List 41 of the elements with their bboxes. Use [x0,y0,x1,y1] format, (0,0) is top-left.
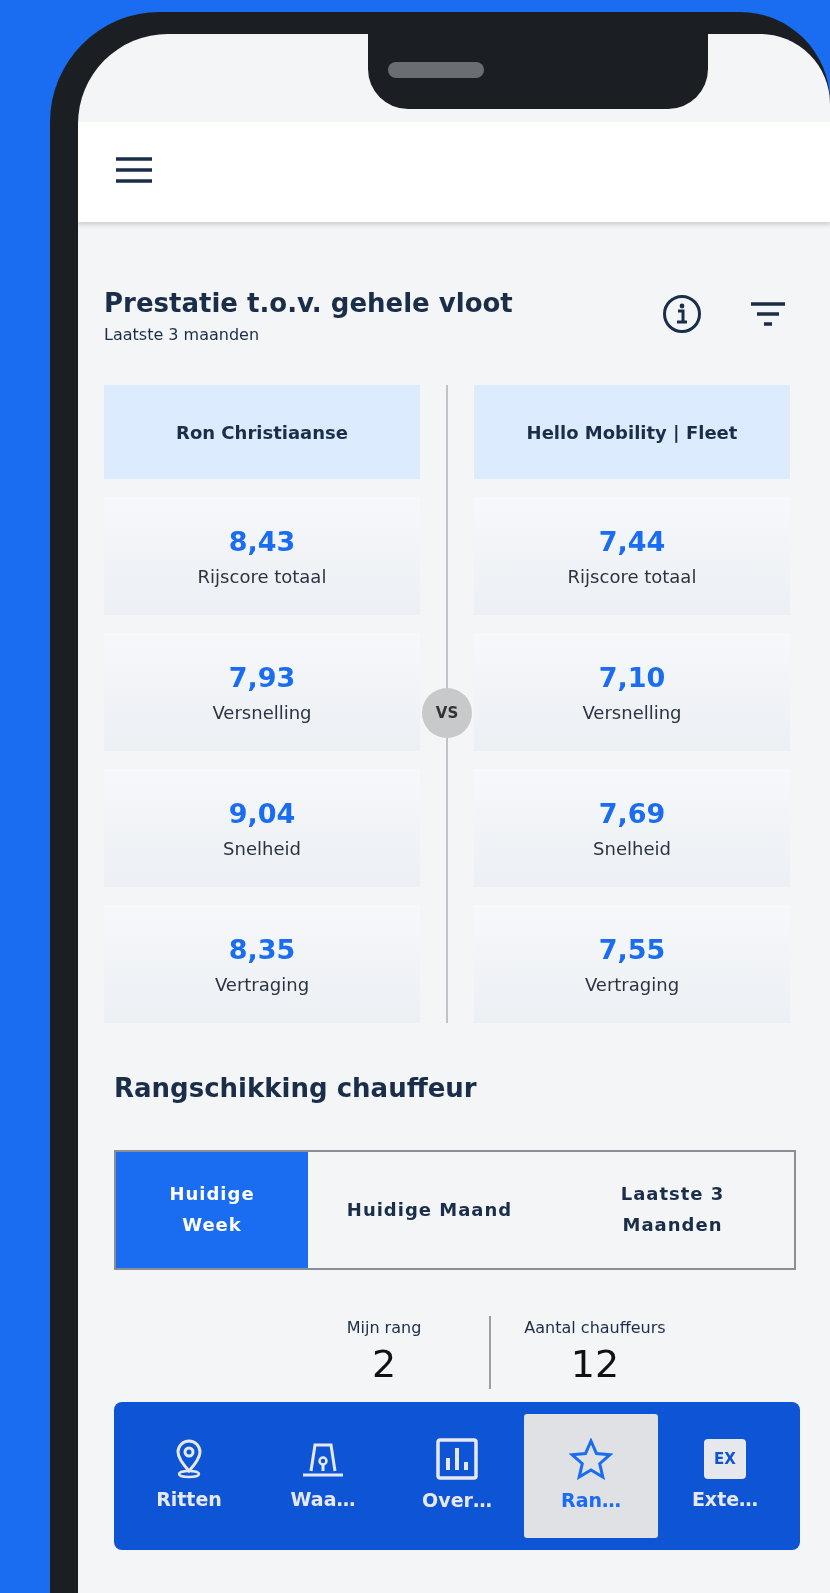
star-icon [569,1437,613,1480]
metric-value: 7,10 [598,661,666,696]
section-title: Prestatie t.o.v. gehele vloot [104,287,513,320]
section-title: Rangschikking chauffeur [113,1072,478,1105]
nav-tab[interactable]: Ritten [122,1414,256,1538]
bar-chart-icon [436,1437,478,1480]
section-subtitle: Laatste 3 maanden [104,324,261,346]
column-header: Hello Mobility | Fleet [474,385,790,479]
metric-value: 7,69 [598,797,666,832]
metric-value: 8,35 [228,933,296,968]
stat-value: 2 [370,1341,398,1388]
metric-label: Versnelling [212,700,312,725]
stat-label: Aantal chauffeurs [523,1317,667,1339]
column-header: Ron Christiaanse [104,385,420,479]
vs-badge: VS [422,688,472,738]
nav-tab[interactable]: Ran… [524,1414,658,1538]
filter-icon[interactable] [750,301,786,327]
info-icon[interactable] [662,294,702,334]
metric-value: 9,04 [228,797,296,832]
period-tab[interactable]: Huidige Maand [308,1152,551,1268]
stat-label: Mijn rang [345,1317,423,1339]
period-tab[interactable]: Laatste 3 Maanden [551,1152,794,1268]
ex-icon: EX [704,1438,746,1479]
metric-value: 7,55 [598,933,666,968]
metric-label: Rijscore totaal [197,564,327,589]
metric-label: Vertraging [214,972,310,997]
period-tab[interactable]: Huidige Week [116,1152,308,1268]
nav-tab[interactable]: Over… [390,1414,524,1538]
metric-value: 8,43 [228,525,296,560]
metric-label: Vertraging [584,972,680,997]
metric-label: Snelheid [223,836,301,861]
metric-label: Versnelling [582,700,682,725]
metric-value: 7,93 [228,661,296,696]
metric-label: Rijscore totaal [567,564,697,589]
pin-icon [174,1438,204,1479]
menu-icon[interactable] [114,156,154,184]
metric-value: 7,44 [598,525,666,560]
nav-tab[interactable]: EX Exte… [658,1414,792,1538]
metric-label: Snelheid [593,836,671,861]
stat-value: 12 [569,1341,621,1388]
nav-tab[interactable]: Waa… [256,1414,390,1538]
